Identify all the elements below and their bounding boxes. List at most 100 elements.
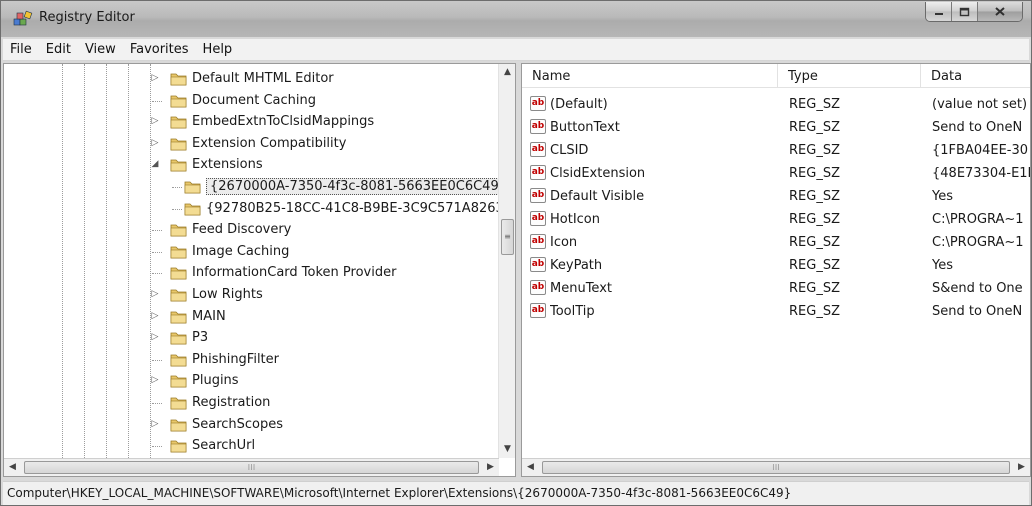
expand-arrow-icon[interactable]: ▷ xyxy=(150,138,160,148)
expand-arrow-icon[interactable]: ▷ xyxy=(150,419,160,429)
value-data: C:\PROGRA~1 xyxy=(932,235,1024,250)
string-value-icon: ab xyxy=(530,211,546,226)
tree-vertical-scrollbar[interactable]: ▲ ≡ ▼ xyxy=(498,64,515,458)
maximize-button[interactable] xyxy=(952,2,978,21)
value-row[interactable]: ab MenuText REG_SZ S&end to One xyxy=(522,277,1030,300)
value-row[interactable]: ab KeyPath REG_SZ Yes xyxy=(522,254,1030,277)
tree-node[interactable]: {92780B25-18CC-41C8-B9BE-3C9C571A8263} xyxy=(4,198,512,220)
tree-node-label[interactable]: P3 xyxy=(192,330,208,345)
scroll-up-arrow-icon[interactable]: ▲ xyxy=(499,64,515,81)
scroll-left-arrow-icon[interactable]: ◀ xyxy=(522,459,539,476)
expand-arrow-icon[interactable]: ▷ xyxy=(150,311,160,321)
tree-node[interactable]: PhishingFilter xyxy=(4,349,499,371)
tree-node-label[interactable]: Feed Discovery xyxy=(192,222,291,237)
scroll-right-arrow-icon[interactable]: ▶ xyxy=(482,459,499,476)
folder-icon xyxy=(170,289,187,302)
value-row[interactable]: ab ButtonText REG_SZ Send to OneN xyxy=(522,116,1030,139)
title-bar[interactable]: Registry Editor xyxy=(1,1,1031,37)
tree-node-label[interactable]: Extensions xyxy=(192,157,263,172)
values-hscroll-thumb[interactable]: ⁝⁝⁝ xyxy=(542,461,1010,474)
tree-node[interactable]: ▷ Extension Compatibility xyxy=(4,133,499,155)
menu-help[interactable]: Help xyxy=(196,42,240,57)
column-header-type[interactable]: Type xyxy=(778,64,921,88)
expand-arrow-icon[interactable]: ▷ xyxy=(150,375,160,385)
expand-arrow-icon[interactable]: ▷ xyxy=(150,289,160,299)
scroll-down-arrow-icon[interactable]: ▼ xyxy=(499,441,515,458)
values-pane[interactable]: Name Type Data ab (Default) REG_SZ (value n… xyxy=(521,63,1031,477)
tree-hscroll-thumb[interactable]: ⁝⁝⁝ xyxy=(24,461,479,474)
tree-node[interactable]: ▷ MAIN xyxy=(4,306,499,328)
minimize-button[interactable] xyxy=(926,2,952,21)
column-header-data[interactable]: Data xyxy=(921,64,1030,88)
tree-node-label[interactable]: PhishingFilter xyxy=(192,352,279,367)
tree-node-label[interactable]: {2670000A-7350-4f3c-8081-5663EE0C6C49} xyxy=(206,178,511,195)
folder-icon xyxy=(170,354,187,367)
tree-node[interactable]: ▷ Plugins xyxy=(4,370,499,392)
tree-node-label[interactable]: EmbedExtnToClsidMappings xyxy=(192,114,374,129)
string-value-icon: ab xyxy=(530,165,546,180)
tree-node[interactable]: ▷ Low Rights xyxy=(4,284,499,306)
menu-file[interactable]: File xyxy=(3,42,39,57)
key-tree-pane[interactable]: ▷ Default MHTML Editor Document Caching ▷ Em… xyxy=(3,63,516,477)
tree-node-label[interactable]: SearchScopes xyxy=(192,417,283,432)
tree-node[interactable]: ▷ Default MHTML Editor xyxy=(4,68,499,90)
menu-favorites[interactable]: Favorites xyxy=(123,42,196,57)
string-value-icon: ab xyxy=(530,188,546,203)
value-row[interactable]: ab ClsidExtension REG_SZ {48E73304-E1D xyxy=(522,162,1030,185)
tree-node[interactable]: {2670000A-7350-4f3c-8081-5663EE0C6C49} xyxy=(4,176,511,198)
tree-node[interactable]: ▷ P3 xyxy=(4,327,499,349)
value-type: REG_SZ xyxy=(789,212,840,227)
close-button[interactable] xyxy=(978,2,1022,21)
menu-view[interactable]: View xyxy=(78,42,123,57)
value-type: REG_SZ xyxy=(789,120,840,135)
value-row[interactable]: ab CLSID REG_SZ {1FBA04EE-30 xyxy=(522,139,1030,162)
tree-node-label[interactable]: Low Rights xyxy=(192,287,263,302)
tree-node-label[interactable]: MAIN xyxy=(192,309,226,324)
tree-node[interactable]: SearchUrl xyxy=(4,435,499,457)
tree-node-label[interactable]: {92780B25-18CC-41C8-B9BE-3C9C571A8263} xyxy=(206,201,512,216)
tree-node-label[interactable]: Document Caching xyxy=(192,93,316,108)
tree-connector xyxy=(150,397,160,407)
values-horizontal-scrollbar[interactable]: ◀ ⁝⁝⁝ ▶ xyxy=(522,458,1030,476)
tree-node[interactable]: InformationCard Token Provider xyxy=(4,262,499,284)
collapse-arrow-icon[interactable]: ◢ xyxy=(150,159,160,169)
value-row[interactable]: ab Icon REG_SZ C:\PROGRA~1 xyxy=(522,231,1030,254)
tree-scroll-thumb[interactable]: ≡ xyxy=(501,219,514,255)
tree-horizontal-scrollbar[interactable]: ◀ ⁝⁝⁝ ▶ xyxy=(4,458,499,476)
tree-node-label[interactable]: SearchUrl xyxy=(192,438,255,453)
value-row[interactable]: ab HotIcon REG_SZ C:\PROGRA~1 xyxy=(522,208,1030,231)
window-title: Registry Editor xyxy=(39,10,135,25)
value-row[interactable]: ab ToolTip REG_SZ Send to OneN xyxy=(522,300,1030,323)
tree-node[interactable]: ▷ SearchScopes xyxy=(4,414,499,436)
tree-connector-line xyxy=(172,187,182,188)
expand-arrow-icon[interactable]: ▷ xyxy=(150,73,160,83)
menu-edit[interactable]: Edit xyxy=(39,42,78,57)
tree-node-label[interactable]: InformationCard Token Provider xyxy=(192,265,396,280)
tree-node-label[interactable]: Plugins xyxy=(192,373,239,388)
value-row[interactable]: ab Default Visible REG_SZ Yes xyxy=(522,185,1030,208)
expand-arrow-icon[interactable]: ▷ xyxy=(150,116,160,126)
string-value-icon: ab xyxy=(530,96,546,111)
tree-node[interactable]: Image Caching xyxy=(4,241,499,263)
value-row[interactable]: ab (Default) REG_SZ (value not set) xyxy=(522,93,1030,116)
tree-node-label[interactable]: Default MHTML Editor xyxy=(192,71,334,86)
tree-node[interactable]: Registration xyxy=(4,392,499,414)
tree-node-label[interactable]: Registration xyxy=(192,395,270,410)
tree-connector xyxy=(150,95,160,105)
tree-node[interactable]: ▷ EmbedExtnToClsidMappings xyxy=(4,111,499,133)
value-name: Icon xyxy=(550,235,578,250)
value-type: REG_SZ xyxy=(789,143,840,158)
tree-node-label[interactable]: Extension Compatibility xyxy=(192,136,346,151)
tree-connector-line xyxy=(152,100,162,102)
column-header-name[interactable]: Name xyxy=(522,64,778,88)
scroll-left-arrow-icon[interactable]: ◀ xyxy=(4,459,21,476)
scroll-right-arrow-icon[interactable]: ▶ xyxy=(1013,459,1030,476)
tree-node[interactable]: Document Caching xyxy=(4,90,499,112)
tree-node[interactable]: Feed Discovery xyxy=(4,219,499,241)
expand-arrow-icon[interactable]: ▷ xyxy=(150,332,160,342)
tree-connector-line xyxy=(152,273,162,275)
tree-connector xyxy=(172,203,182,213)
tree-connector-line xyxy=(152,251,162,253)
tree-node[interactable]: ◢ Extensions xyxy=(4,154,499,176)
tree-node-label[interactable]: Image Caching xyxy=(192,244,289,259)
